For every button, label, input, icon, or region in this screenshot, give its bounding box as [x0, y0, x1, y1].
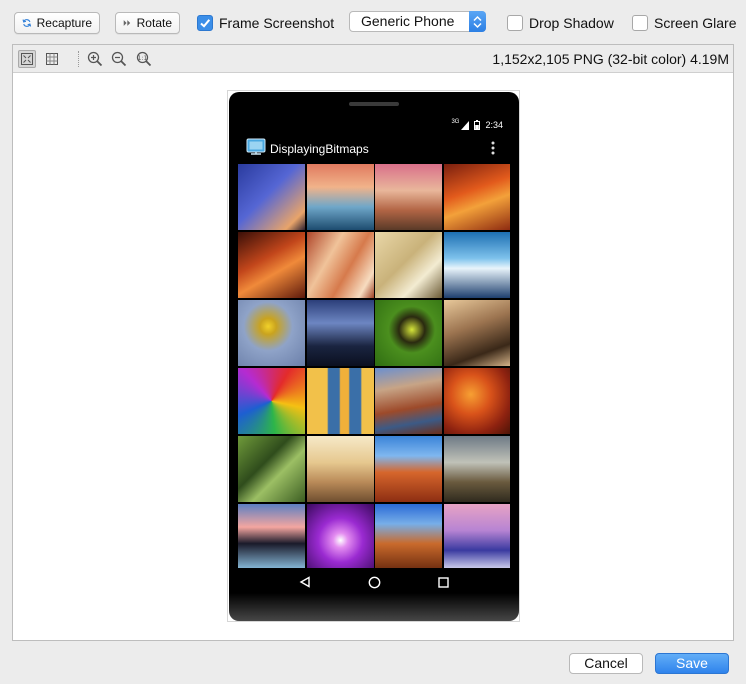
- toolbar-separator: [78, 51, 79, 67]
- signal-icon: [461, 120, 470, 130]
- rotate-button[interactable]: Rotate: [115, 12, 180, 34]
- home-icon[interactable]: [368, 576, 381, 589]
- frame-screenshot-check[interactable]: [197, 15, 213, 31]
- grid-image[interactable]: [443, 504, 510, 568]
- drop-shadow-checkbox[interactable]: Drop Shadow: [507, 12, 614, 34]
- grid-image[interactable]: [375, 232, 443, 298]
- grid-image[interactable]: [306, 164, 374, 230]
- zoom-out-icon[interactable]: [110, 50, 128, 68]
- screen-glare-label: Screen Glare: [654, 15, 737, 31]
- grid-image[interactable]: [375, 300, 443, 366]
- screenshot-preview: 3G 2:34 DisplayingBitmaps: [227, 90, 520, 622]
- checkmark-icon: [200, 19, 211, 28]
- phone-frame: 3G 2:34 DisplayingBitmaps: [229, 92, 519, 621]
- grid-image[interactable]: [306, 436, 374, 502]
- save-button[interactable]: Save: [655, 653, 729, 674]
- select-arrows-icon: [469, 11, 486, 32]
- grid-image[interactable]: [375, 504, 443, 568]
- grid-image[interactable]: [375, 368, 443, 434]
- app-title: DisplayingBitmaps: [270, 142, 369, 156]
- grid-image[interactable]: [238, 164, 305, 230]
- overflow-menu-icon[interactable]: [491, 141, 495, 155]
- recapture-icon: [22, 19, 32, 27]
- actual-size-icon[interactable]: [43, 50, 61, 68]
- toolbar: Recapture Rotate Frame Screenshot Generi…: [0, 0, 746, 44]
- grid-image[interactable]: [238, 504, 305, 568]
- app-launcher-icon: [246, 138, 266, 155]
- grid-image[interactable]: [443, 232, 510, 298]
- network-label: 3G: [451, 119, 460, 125]
- back-icon[interactable]: [299, 576, 311, 588]
- grid-image[interactable]: [238, 300, 305, 366]
- svg-text:1:1: 1:1: [138, 55, 148, 62]
- grid-image[interactable]: [443, 164, 510, 230]
- fit-window-icon[interactable]: [18, 50, 36, 68]
- grid-image[interactable]: [238, 232, 305, 298]
- grid-image[interactable]: [306, 504, 374, 568]
- device-select[interactable]: Generic Phone: [349, 11, 486, 32]
- device-select-value: Generic Phone: [361, 13, 455, 29]
- app-bar: DisplayingBitmaps: [229, 134, 519, 162]
- grid-image[interactable]: [443, 368, 510, 434]
- cancel-button[interactable]: Cancel: [569, 653, 643, 674]
- image-info: 1,152x2,105 PNG (32-bit color) 4.19M: [492, 51, 729, 67]
- image-grid: [238, 164, 510, 568]
- grid-image[interactable]: [306, 232, 374, 298]
- grid-image[interactable]: [443, 300, 510, 366]
- grid-image[interactable]: [443, 436, 510, 502]
- grid-image[interactable]: [306, 300, 374, 366]
- status-bar: 3G 2:34: [451, 119, 503, 131]
- drop-shadow-check[interactable]: [507, 15, 523, 31]
- rotate-icon: [123, 20, 131, 26]
- screen-glare-checkbox[interactable]: Screen Glare: [632, 12, 736, 34]
- recapture-button[interactable]: Recapture: [14, 12, 100, 34]
- recents-icon[interactable]: [437, 576, 449, 588]
- recapture-label: Recapture: [36, 16, 92, 30]
- battery-icon: [474, 120, 481, 130]
- viewer-toolbar: 1:1 1,152x2,105 PNG (32-bit color) 4.19M: [13, 45, 733, 73]
- grid-image[interactable]: [375, 436, 443, 502]
- drop-shadow-label: Drop Shadow: [529, 15, 614, 31]
- phone-speaker: [349, 102, 399, 106]
- grid-image[interactable]: [375, 164, 443, 230]
- status-time: 2:34: [485, 120, 503, 130]
- grid-image[interactable]: [238, 436, 305, 502]
- rotate-label: Rotate: [136, 16, 172, 30]
- zoom-reset-icon[interactable]: 1:1: [135, 50, 153, 68]
- grid-image[interactable]: [306, 368, 374, 434]
- phone-nav-bar: [229, 568, 519, 596]
- grid-image[interactable]: [238, 368, 305, 434]
- frame-screenshot-label: Frame Screenshot: [219, 15, 335, 31]
- frame-screenshot-checkbox[interactable]: Frame Screenshot: [197, 12, 334, 34]
- zoom-in-icon[interactable]: [86, 50, 104, 68]
- screen-glare-check[interactable]: [632, 15, 648, 31]
